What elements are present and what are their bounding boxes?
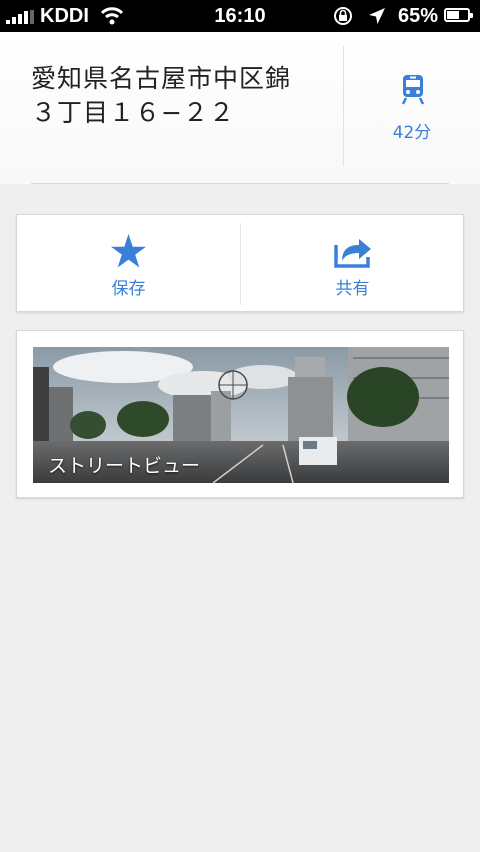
address-line-1: 愛知県名古屋市中区錦 <box>31 64 292 93</box>
share-icon <box>334 239 371 268</box>
address-line-2: ３丁目１６−２２ <box>31 98 235 127</box>
transit-directions-button[interactable]: 42分 <box>344 32 480 184</box>
place-address: 愛知県名古屋市中区錦 ３丁目１６−２２ <box>31 62 331 130</box>
transit-duration: 42分 <box>392 123 432 143</box>
save-button[interactable]: 保存 <box>17 215 240 311</box>
share-label: 共有 <box>335 279 370 299</box>
star-icon <box>111 234 146 268</box>
place-header: 愛知県名古屋市中区錦 ３丁目１６−２２ 42分 <box>0 32 480 184</box>
battery-level <box>447 11 459 19</box>
rotation-lock-icon <box>334 7 352 25</box>
battery-percent: 65% <box>398 5 439 27</box>
location-arrow-icon <box>369 8 385 24</box>
street-view-label: ストリートビュー <box>48 455 201 477</box>
header-separator <box>31 183 449 184</box>
street-view-card: ストリートビュー <box>16 330 464 498</box>
actions-card: 保存 共有 <box>16 214 464 312</box>
train-icon <box>401 75 425 105</box>
status-bar: KDDI 16:10 65% <box>0 0 480 32</box>
save-label: 保存 <box>111 279 146 299</box>
street-view-thumbnail[interactable]: ストリートビュー <box>33 347 449 483</box>
battery-icon <box>444 8 473 22</box>
share-button[interactable]: 共有 <box>241 215 464 311</box>
